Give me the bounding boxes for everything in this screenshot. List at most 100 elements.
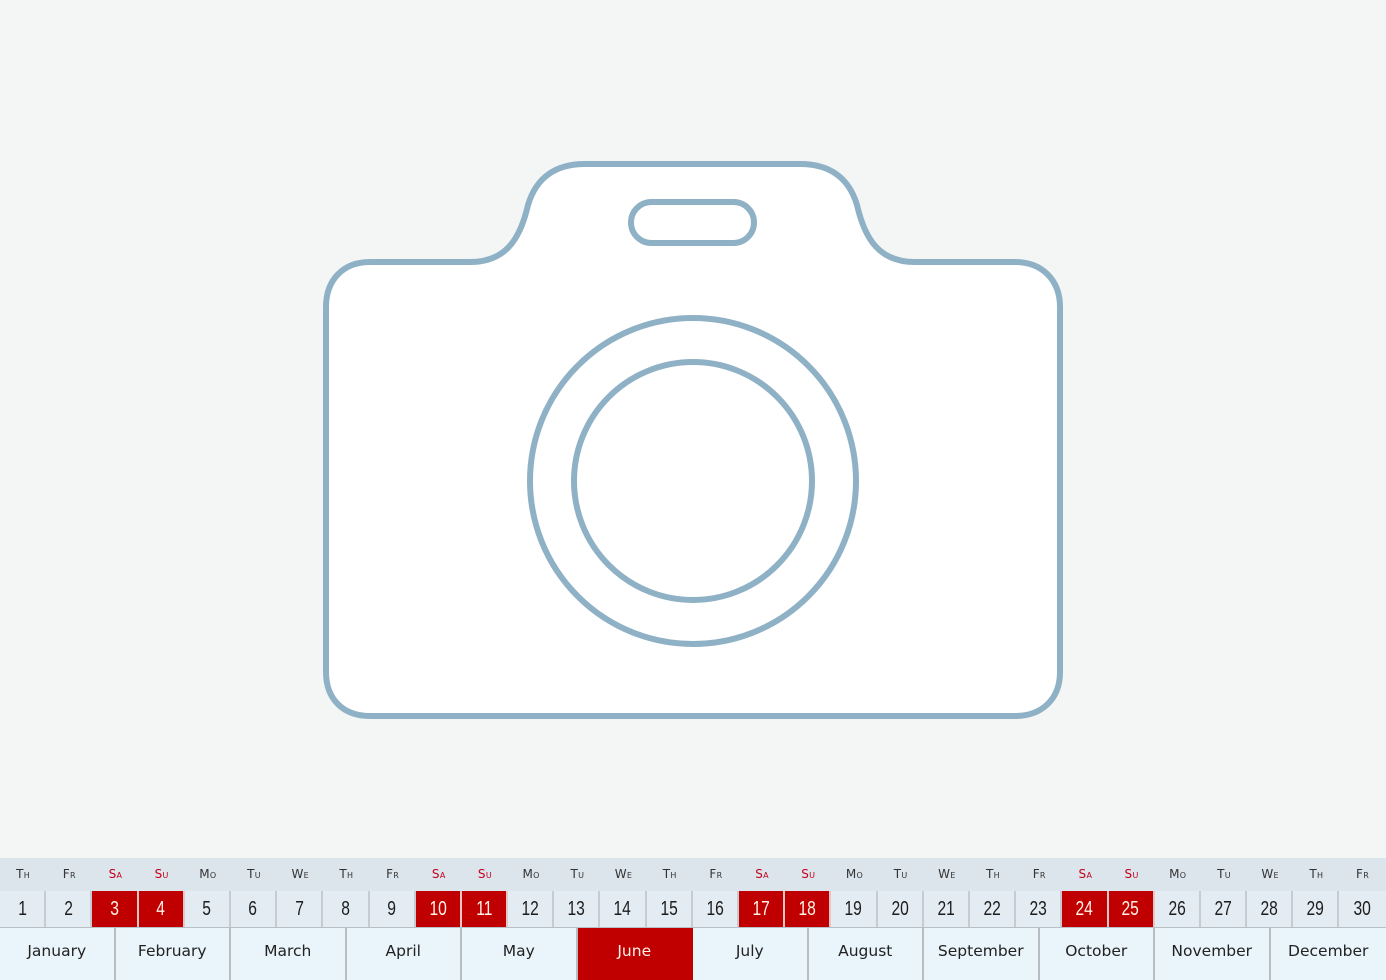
day-cell[interactable]: 28 (1247, 891, 1294, 927)
day-number: 11 (475, 898, 493, 920)
camera-icon (323, 161, 1063, 719)
day-row: 1 2 3 4 5 6 7 8 9 10 11 12 13 14 15 16 17 18 19 20 21 22 23 24 2… (0, 891, 1386, 928)
month-tab-july[interactable]: July (693, 928, 809, 980)
weekday-label: Fr (62, 867, 76, 881)
month-tab-november[interactable]: November (1155, 928, 1271, 980)
weekday-label: Th (662, 867, 677, 881)
day-cell-weekend[interactable]: 10 (415, 891, 462, 927)
weekday-label: We (938, 867, 956, 881)
weekday-label: Sa (755, 867, 769, 881)
day-cell[interactable]: 30 (1339, 891, 1385, 927)
day-number: 27 (1214, 898, 1232, 920)
weekday-label: Mo (845, 867, 864, 881)
day-number: 4 (156, 898, 165, 920)
weekday-label: Th (986, 867, 1000, 881)
day-number: 14 (613, 898, 632, 920)
weekday-label: Mo (1169, 867, 1187, 881)
weekday-label: Su (154, 867, 169, 881)
day-cell-weekend[interactable]: 4 (138, 891, 185, 927)
weekday-label: Su (801, 867, 816, 881)
day-cell[interactable]: 22 (970, 891, 1017, 927)
weekday-label: Tu (247, 867, 261, 881)
month-tab-april[interactable]: April (347, 928, 462, 980)
day-cell[interactable]: 1 (0, 891, 47, 927)
day-cell[interactable]: 2 (46, 891, 93, 927)
day-cell[interactable]: 16 (693, 891, 739, 927)
day-number: 15 (660, 898, 678, 920)
day-cell-weekend[interactable]: 18 (785, 891, 832, 927)
day-number: 8 (341, 898, 350, 920)
weekday-label: Su (477, 867, 492, 881)
weekday-label: Mo (522, 867, 540, 881)
day-cell-weekend[interactable]: 25 (1108, 891, 1155, 927)
day-cell[interactable]: 9 (370, 891, 416, 927)
calendar-strip: Th Fr Sa Su Mo Tu We Th Fr Sa Su Mo Tu We Th Fr Sa Su Mo Tu… (0, 858, 1386, 980)
weekday-label: Mo (199, 867, 217, 881)
day-number: 22 (983, 898, 1001, 920)
day-number: 25 (1121, 898, 1140, 920)
day-number: 26 (1168, 898, 1186, 920)
day-number: 2 (63, 898, 73, 920)
weekday-label: Sa (1078, 867, 1093, 881)
day-number: 3 (110, 898, 119, 920)
day-cell[interactable]: 8 (323, 891, 370, 927)
day-number: 29 (1306, 898, 1325, 920)
day-cell-weekend[interactable]: 24 (1062, 891, 1109, 927)
day-cell[interactable]: 14 (600, 891, 647, 927)
weekday-row: Th Fr Sa Su Mo Tu We Th Fr Sa Su Mo Tu We Th Fr Sa Su Mo Tu… (0, 858, 1386, 891)
day-number: 20 (890, 898, 909, 920)
day-number: 21 (937, 898, 955, 920)
day-number: 23 (1029, 898, 1047, 920)
day-cell[interactable]: 29 (1293, 891, 1340, 927)
weekday-label: Fr (1032, 867, 1046, 881)
camera-body (323, 161, 1063, 719)
day-cell[interactable]: 21 (924, 891, 970, 927)
month-tab-september[interactable]: September (924, 928, 1040, 980)
day-cell[interactable]: 13 (554, 891, 601, 927)
weekday-label: Su (1124, 867, 1139, 881)
day-number: 13 (567, 898, 586, 920)
month-tab-june[interactable]: June (577, 928, 693, 980)
camera-illustration (0, 0, 1386, 858)
day-cell[interactable]: 23 (1016, 891, 1063, 927)
month-tab-february[interactable]: February (116, 928, 231, 980)
weekday-label: Tu (570, 867, 585, 881)
day-cell[interactable]: 19 (831, 891, 878, 927)
day-number: 10 (429, 898, 447, 920)
day-number: 16 (706, 898, 724, 920)
day-number: 30 (1353, 898, 1372, 920)
weekday-label: Th (16, 867, 31, 881)
day-number: 9 (387, 898, 396, 920)
day-number: 6 (248, 898, 258, 920)
day-cell[interactable]: 26 (1155, 891, 1201, 927)
day-number: 19 (844, 898, 863, 920)
month-tab-august[interactable]: August (809, 928, 924, 980)
month-tab-october[interactable]: October (1040, 928, 1155, 980)
day-cell[interactable]: 5 (185, 891, 231, 927)
weekday-label: We (291, 867, 309, 881)
day-cell[interactable]: 7 (277, 891, 324, 927)
day-cell-weekend[interactable]: 11 (461, 891, 509, 927)
weekday-label: Sa (108, 867, 123, 881)
weekday-label: Th (1309, 867, 1324, 881)
day-number: 5 (202, 898, 212, 920)
month-tab-march[interactable]: March (231, 928, 347, 980)
month-tab-december[interactable]: December (1271, 928, 1386, 980)
day-cell[interactable]: 6 (231, 891, 278, 927)
month-tab-january[interactable]: January (0, 928, 116, 980)
day-cell[interactable]: 27 (1201, 891, 1248, 927)
weekday-label: We (614, 867, 633, 881)
month-tab-may[interactable]: May (462, 928, 578, 980)
weekday-label: Fr (386, 867, 400, 881)
day-cell[interactable]: 12 (508, 891, 555, 927)
day-cell-weekend[interactable]: 17 (739, 891, 786, 927)
weekday-label: Th (339, 867, 354, 881)
day-cell[interactable]: 20 (878, 891, 924, 927)
weekday-label: Sa (431, 867, 446, 881)
day-number: 1 (17, 898, 27, 920)
day-cell-weekend[interactable]: 3 (92, 891, 139, 927)
month-row: January February March April May June July Augu… (0, 928, 1386, 980)
weekday-label: We (1261, 867, 1279, 881)
day-cell[interactable]: 15 (647, 891, 693, 927)
day-number: 24 (1075, 898, 1094, 920)
